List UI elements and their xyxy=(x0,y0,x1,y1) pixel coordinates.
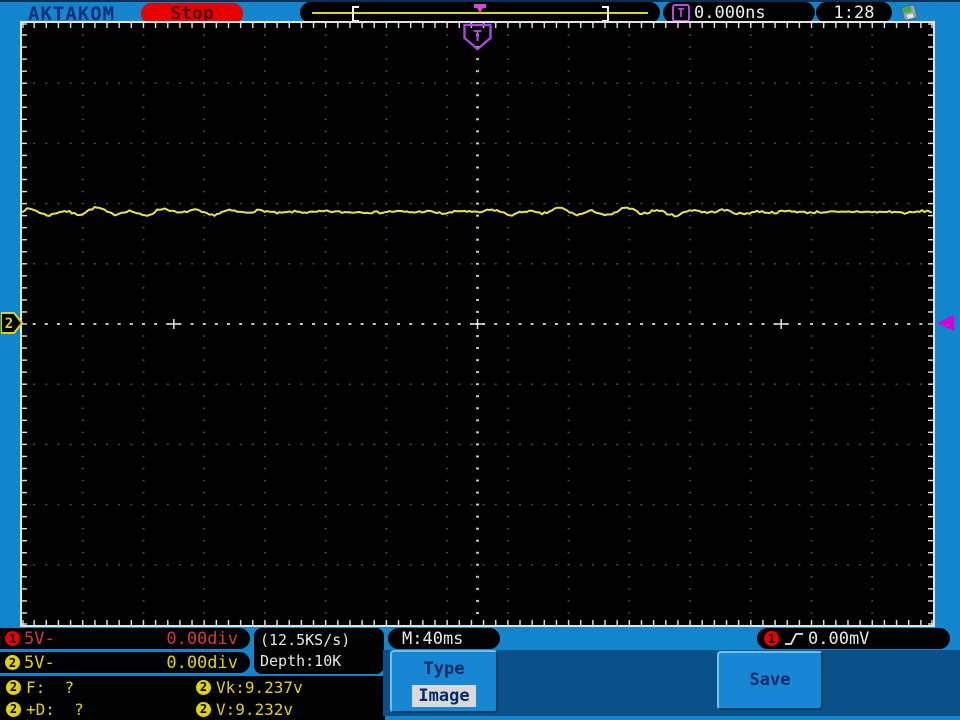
scope-canvas: T xyxy=(22,23,933,625)
measurement-vk: 2 Vk:9.237v xyxy=(190,676,385,698)
timebase-readout: M:40ms xyxy=(388,628,500,649)
measurement-channel-badge: 2 xyxy=(6,679,21,695)
trigger-position-bar xyxy=(300,2,660,23)
channel2-offset: 0.00div xyxy=(166,652,238,673)
soft-menu-strip: Type Image Save xyxy=(383,650,960,716)
measurements-panel: 2 F: ? 2 Vk:9.237v 2 +D: ? 2 V:9.232v xyxy=(0,676,385,720)
measurement-channel-badge: 2 xyxy=(196,679,211,695)
acquisition-readout: (12.5KS/s) Depth:10K xyxy=(254,628,384,674)
channel2-status: 2 5V- 0.00div xyxy=(0,652,250,673)
channel1-status: 1 5V- 0.00div xyxy=(0,628,250,649)
measurement-value: +D: ? xyxy=(26,699,84,719)
trigger-level-arrow-icon xyxy=(937,315,954,331)
brand-label: AKTAKOM xyxy=(28,3,116,25)
channel1-volts-div: 5V- xyxy=(24,628,55,649)
type-menu-button[interactable]: Type Image xyxy=(390,650,498,713)
channel1-badge: 1 xyxy=(5,631,20,646)
trigger-level-value: 0.00mV xyxy=(808,628,870,649)
measurement-channel-badge: 2 xyxy=(6,701,21,717)
sample-rate: (12.5KS/s) xyxy=(260,631,351,649)
graticule-display: T xyxy=(22,23,933,625)
type-option-selected[interactable]: Image xyxy=(412,685,476,707)
clock-readout: 1:28 xyxy=(816,2,892,23)
rising-edge-icon xyxy=(785,632,803,645)
usb-disk-icon xyxy=(901,4,918,21)
save-button[interactable]: Save xyxy=(717,651,823,710)
measurement-channel-badge: 2 xyxy=(196,701,211,717)
window-right-bracket-icon xyxy=(602,6,609,22)
trigger-position-pointer-icon xyxy=(474,4,486,13)
channel1-offset: 0.00div xyxy=(166,628,238,649)
svg-text:T: T xyxy=(473,27,482,45)
window-left-bracket-icon xyxy=(352,6,359,22)
channel2-volts-div: 5V- xyxy=(24,652,55,673)
run-state-indicator: Stop xyxy=(141,3,243,24)
trigger-offset-readout: T 0.000ns xyxy=(663,2,815,23)
channel2-badge: 2 xyxy=(5,655,20,670)
measurement-voltage: 2 V:9.232v xyxy=(190,698,385,720)
trigger-source-badge: 1 xyxy=(764,631,779,646)
channel2-marker-label: 2 xyxy=(5,316,13,332)
trigger-t-icon: T xyxy=(672,3,690,22)
measurement-value: Vk:9.237v xyxy=(216,677,303,697)
measurement-value: V:9.232v xyxy=(216,699,294,719)
record-depth: Depth:10K xyxy=(260,652,342,670)
type-menu-title: Type xyxy=(423,659,465,679)
measurement-frequency: 2 F: ? xyxy=(0,676,190,698)
measurement-duty: 2 +D: ? xyxy=(0,698,190,720)
trigger-offset-value: 0.000ns xyxy=(694,2,766,23)
oscilloscope-screen: AKTAKOM Stop T 0.000ns 1:28 T 2 1 5V- 0.… xyxy=(0,0,960,720)
trigger-level-readout: 1 0.00mV xyxy=(757,628,950,649)
measurement-value: F: ? xyxy=(26,677,75,697)
channel2-position-marker: 2 xyxy=(1,312,23,334)
